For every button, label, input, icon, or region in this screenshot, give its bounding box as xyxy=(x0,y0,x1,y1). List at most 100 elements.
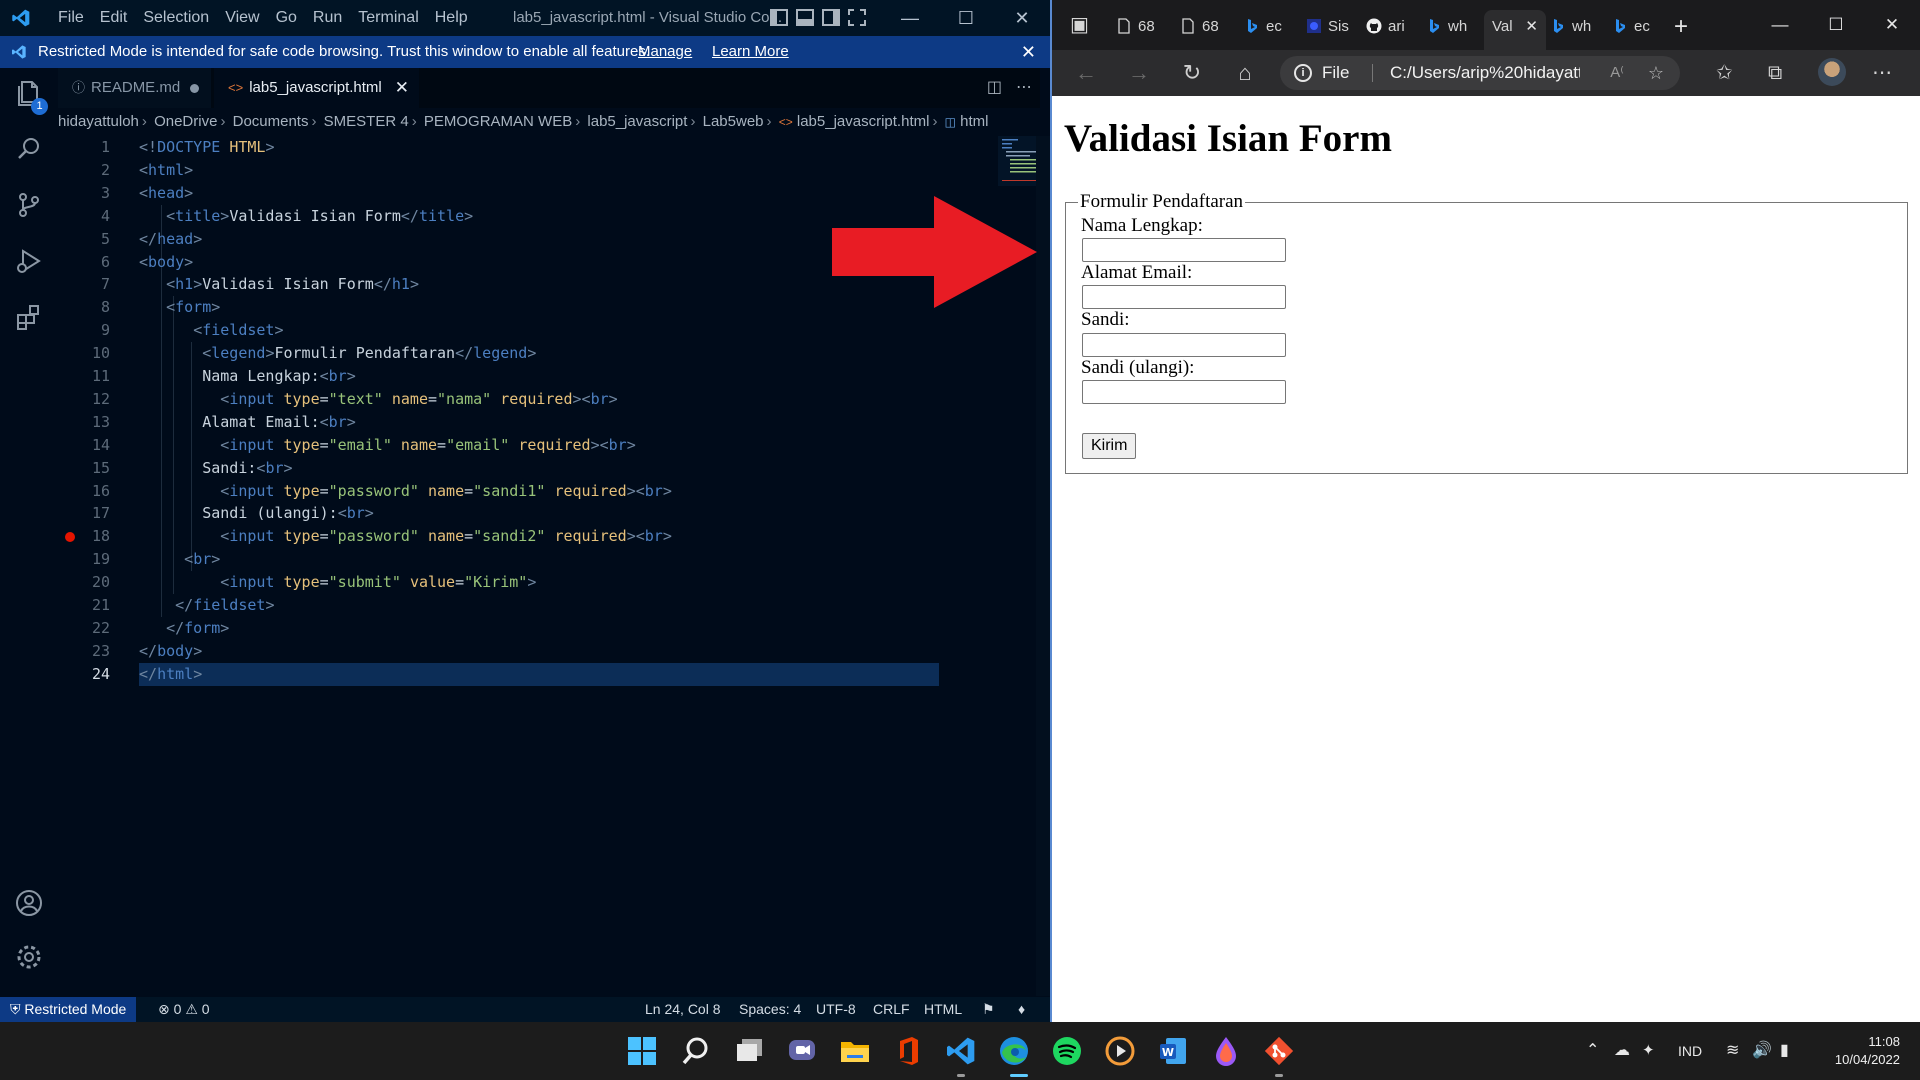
back-arrow-icon[interactable]: ← xyxy=(1066,50,1106,96)
maximize-icon[interactable]: ☐ xyxy=(938,0,994,36)
eol-status[interactable]: CRLF xyxy=(873,997,910,1022)
line-number[interactable]: 24 xyxy=(58,663,110,686)
source-control-icon[interactable] xyxy=(14,190,44,220)
menu-go[interactable]: Go xyxy=(268,0,305,36)
line-number[interactable]: 20 xyxy=(58,571,110,594)
breadcrumb-item[interactable]: SMESTER 4 xyxy=(324,113,409,130)
code-line[interactable]: Nama Lengkap:<br> xyxy=(139,365,356,388)
editor-scrollbar[interactable] xyxy=(1036,136,1050,996)
more-actions-icon[interactable]: ⋯ xyxy=(1016,68,1032,108)
tab-lab5-javascript[interactable]: <> lab5_javascript.html ✕ xyxy=(214,68,419,108)
notifications-bell-icon[interactable]: ♦ xyxy=(1018,997,1025,1022)
breadcrumb-item[interactable]: html xyxy=(960,113,988,130)
email-input[interactable] xyxy=(1082,285,1286,309)
paint-3d-icon[interactable] xyxy=(1210,1035,1242,1067)
code-line[interactable]: </body> xyxy=(139,640,202,663)
menu-selection[interactable]: Selection xyxy=(135,0,217,36)
dropbox-icon[interactable]: ✦ xyxy=(1642,1022,1655,1080)
settings-gear-icon[interactable] xyxy=(14,942,44,972)
browser-tab[interactable]: 68 xyxy=(1180,10,1242,44)
forward-arrow-icon[interactable]: → xyxy=(1119,50,1159,96)
menu-edit[interactable]: Edit xyxy=(92,0,136,36)
line-number[interactable]: 2 xyxy=(58,159,110,182)
line-number[interactable]: 5 xyxy=(58,228,110,251)
code-line[interactable]: <input type="submit" value="Kirim"> xyxy=(139,571,536,594)
code-line[interactable]: <fieldset> xyxy=(139,319,283,342)
code-line[interactable]: </fieldset> xyxy=(139,594,274,617)
start-icon[interactable] xyxy=(626,1035,658,1067)
line-number[interactable]: 11 xyxy=(58,365,110,388)
collections-icon[interactable]: ⧉ xyxy=(1768,50,1782,96)
line-number[interactable]: 14 xyxy=(58,434,110,457)
line-number[interactable]: 4 xyxy=(58,205,110,228)
accounts-icon[interactable] xyxy=(14,888,44,918)
cursor-position[interactable]: Ln 24, Col 8 xyxy=(645,997,721,1022)
browser-tab[interactable]: ari xyxy=(1366,10,1424,44)
volume-icon[interactable]: 🔊 xyxy=(1752,1022,1772,1080)
learn-more-link[interactable]: Learn More xyxy=(712,36,789,68)
url-text[interactable]: C:/Users/arip%20hidayattul... xyxy=(1390,56,1580,90)
code-line[interactable]: </html> xyxy=(139,663,202,686)
sandi1-input[interactable] xyxy=(1082,333,1286,357)
line-number[interactable]: 8 xyxy=(58,296,110,319)
line-number[interactable]: 12 xyxy=(58,388,110,411)
close-window-icon[interactable]: ✕ xyxy=(1864,0,1920,50)
language-mode-status[interactable]: HTML xyxy=(924,997,962,1022)
toggle-secondary-sidebar-icon[interactable] xyxy=(822,9,840,26)
code-line[interactable]: <head> xyxy=(139,182,193,205)
nama-input[interactable] xyxy=(1082,238,1286,262)
line-number[interactable]: 3 xyxy=(58,182,110,205)
close-window-icon[interactable]: ✕ xyxy=(994,0,1050,36)
run-debug-icon[interactable] xyxy=(14,246,44,276)
git-icon[interactable] xyxy=(1263,1035,1295,1067)
breakpoint-icon[interactable] xyxy=(65,531,75,542)
code-line[interactable]: Sandi:<br> xyxy=(139,457,292,480)
line-number[interactable]: 16 xyxy=(58,480,110,503)
code-line[interactable]: </head> xyxy=(139,228,202,251)
file-explorer-icon[interactable] xyxy=(839,1035,871,1067)
refresh-icon[interactable]: ↻ xyxy=(1172,50,1212,96)
breadcrumb-item[interactable]: OneDrive xyxy=(154,113,217,130)
code-line[interactable]: <legend>Formulir Pendaftaran</legend> xyxy=(139,342,536,365)
code-line[interactable]: <br> xyxy=(139,548,220,571)
code-line[interactable]: <input type="password" name="sandi1" req… xyxy=(139,480,672,503)
show-hidden-icons-chevron-icon[interactable]: ⌃ xyxy=(1586,1022,1599,1080)
code-line[interactable]: </form> xyxy=(139,617,229,640)
line-number[interactable]: 13 xyxy=(58,411,110,434)
profile-avatar[interactable] xyxy=(1818,58,1846,86)
code-line[interactable]: <html> xyxy=(139,159,193,182)
favorites-icon[interactable]: ✩ xyxy=(1716,50,1733,96)
new-tab-plus-icon[interactable]: + xyxy=(1674,10,1688,44)
toggle-panel-icon[interactable] xyxy=(796,9,814,26)
address-bar[interactable]: i File C:/Users/arip%20hidayattul... A⁽ … xyxy=(1280,56,1680,90)
feedback-icon[interactable]: ⚑ xyxy=(982,997,995,1022)
close-tab-icon[interactable]: ✕ xyxy=(1525,10,1538,44)
tab-readme[interactable]: ⓘ README.md xyxy=(58,68,211,108)
word-icon[interactable]: W xyxy=(1157,1035,1189,1067)
code-line[interactable]: Alamat Email:<br> xyxy=(139,411,356,434)
onedrive-icon[interactable]: ☁ xyxy=(1614,1022,1630,1080)
search-icon[interactable] xyxy=(680,1035,712,1067)
menu-view[interactable]: View xyxy=(217,0,267,36)
menu-file[interactable]: File xyxy=(50,0,92,36)
breadcrumb-item[interactable]: Lab5web xyxy=(703,113,764,130)
line-number[interactable]: 23 xyxy=(58,640,110,663)
sandi2-input[interactable] xyxy=(1082,380,1286,404)
minimize-icon[interactable]: — xyxy=(1752,0,1808,50)
code-line[interactable]: Sandi (ulangi):<br> xyxy=(139,502,374,525)
kirim-submit-button[interactable]: Kirim xyxy=(1082,433,1137,459)
line-number[interactable]: 19 xyxy=(58,548,110,571)
menu-help[interactable]: Help xyxy=(427,0,476,36)
toggle-sidebar-icon[interactable] xyxy=(770,9,788,26)
breadcrumb-item[interactable]: hidayattuloh xyxy=(58,113,139,130)
code-line[interactable]: <input type="text" name="nama" required>… xyxy=(139,388,617,411)
office-icon[interactable] xyxy=(892,1035,924,1067)
extensions-icon[interactable] xyxy=(14,302,44,332)
tab-actions-icon[interactable]: ▣ xyxy=(1070,8,1089,42)
code-line[interactable]: <!DOCTYPE HTML> xyxy=(139,136,274,159)
line-number[interactable]: 21 xyxy=(58,594,110,617)
code-line[interactable]: <input type="email" name="email" require… xyxy=(139,434,635,457)
minimize-icon[interactable]: — xyxy=(882,0,938,36)
indentation-status[interactable]: Spaces: 4 xyxy=(739,997,801,1022)
line-number[interactable]: 6 xyxy=(58,251,110,274)
